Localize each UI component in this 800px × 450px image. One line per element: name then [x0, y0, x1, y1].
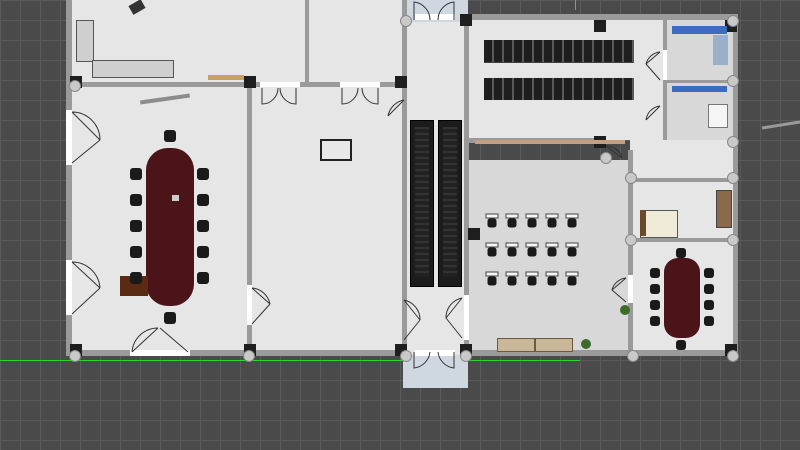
door-icon — [71, 1, 661, 369]
classroom-desks — [485, 213, 579, 286]
desk-row-1 — [485, 213, 579, 228]
dimension-line — [761, 120, 800, 130]
desk-row-3 — [485, 271, 579, 286]
plan-overlay — [71, 1, 800, 369]
desk-row-2 — [485, 242, 579, 257]
floor-plan-canvas[interactable] — [0, 0, 800, 450]
